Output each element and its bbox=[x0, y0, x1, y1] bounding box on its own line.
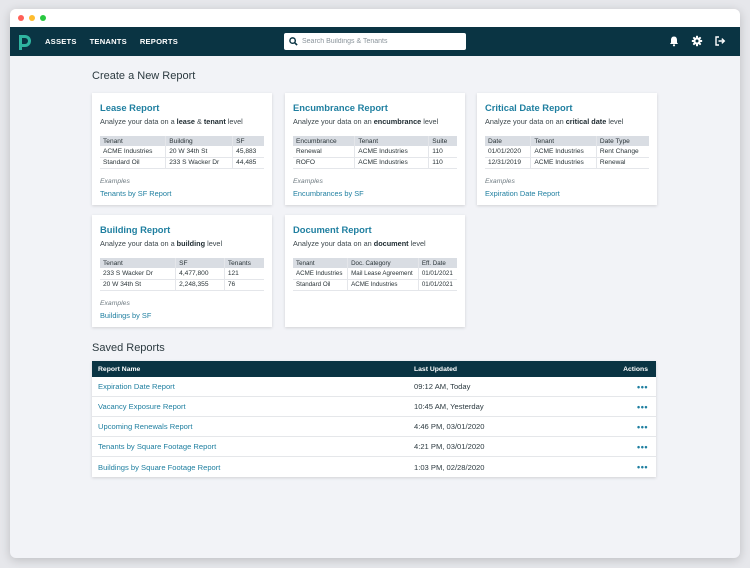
examples-label: Examples bbox=[293, 177, 323, 185]
row-actions-menu-icon[interactable]: ••• bbox=[637, 422, 648, 432]
building-report-description: Analyze your data on a building level bbox=[100, 239, 223, 248]
table-row: ACME Industries Mail Lease Agreement 01/01… bbox=[293, 268, 457, 280]
column-header-last-updated[interactable]: Last Updated bbox=[414, 366, 457, 373]
table-row: 01/01/2020 ACME Industries Rent Change bbox=[485, 146, 649, 158]
document-report-card[interactable]: Document Report Analyze your data on an … bbox=[285, 215, 465, 327]
window-titlebar bbox=[10, 9, 740, 27]
logout-icon[interactable] bbox=[714, 35, 726, 47]
table-row: ROFO ACME Industries 110 bbox=[293, 157, 457, 169]
top-nav: ASSETS TENANTS REPORTS bbox=[10, 27, 740, 56]
example-link-encumbrances-by-sf[interactable]: Encumbrances by SF bbox=[293, 189, 457, 198]
example-link-expiration-date-report[interactable]: Expiration Date Report bbox=[485, 189, 649, 198]
nav-item-tenants[interactable]: TENANTS bbox=[90, 37, 127, 46]
table-row: 233 S Wacker Dr 4,477,800 121 bbox=[100, 268, 264, 280]
close-window-button[interactable] bbox=[18, 15, 24, 21]
building-report-card[interactable]: Building Report Analyze your data on a b… bbox=[92, 215, 272, 327]
examples-label: Examples bbox=[100, 299, 130, 307]
saved-reports-header-row: Report Name Last Updated Actions bbox=[92, 361, 656, 377]
column-header-actions: Actions bbox=[623, 365, 648, 373]
table-row: Expiration Date Report 09:12 AM, Today •… bbox=[92, 377, 656, 397]
minimize-window-button[interactable] bbox=[29, 15, 35, 21]
last-updated-value: 1:03 PM, 02/28/2020 bbox=[414, 462, 485, 472]
critical-date-report-card[interactable]: Critical Date Report Analyze your data o… bbox=[477, 93, 657, 205]
nav-item-assets[interactable]: ASSETS bbox=[45, 37, 77, 46]
table-row: Standard Oil ACME Industries 01/01/2021 bbox=[293, 279, 457, 291]
table-row: Standard Oil 233 S Wacker Dr 44,485 bbox=[100, 157, 264, 169]
saved-reports-table: Report Name Last Updated Actions Expirat… bbox=[92, 361, 656, 477]
last-updated-value: 4:46 PM, 03/01/2020 bbox=[414, 422, 485, 431]
saved-report-link[interactable]: Expiration Date Report bbox=[98, 382, 175, 391]
column-header-report-name[interactable]: Report Name bbox=[98, 366, 140, 373]
search-icon bbox=[289, 37, 298, 46]
lease-report-description: Analyze your data on a lease & tenant le… bbox=[100, 117, 243, 126]
table-row: 20 W 34th St 2,248,355 76 bbox=[100, 279, 264, 291]
table-row: Renewal ACME Industries 110 bbox=[293, 146, 457, 158]
critical-date-report-preview-table: Date Tenant Date Type 01/01/2020 ACME Indus… bbox=[485, 136, 649, 169]
document-report-title[interactable]: Document Report bbox=[293, 224, 457, 235]
create-report-heading: Create a New Report bbox=[92, 70, 196, 82]
table-row: ACME Industries 20 W 34th St 45,883 bbox=[100, 146, 264, 158]
examples-label: Examples bbox=[100, 177, 130, 185]
gear-icon[interactable] bbox=[691, 35, 703, 47]
lease-report-title[interactable]: Lease Report bbox=[100, 102, 264, 113]
encumbrance-report-card[interactable]: Encumbrance Report Analyze your data on … bbox=[285, 93, 465, 205]
table-row: Buildings by Square Footage Report 1:03 … bbox=[92, 457, 656, 477]
row-actions-menu-icon[interactable]: ••• bbox=[637, 402, 648, 412]
last-updated-value: 4:21 PM, 03/01/2020 bbox=[414, 442, 485, 451]
document-report-preview-table: Tenant Doc. Category Eff. Date ACME Indust… bbox=[293, 258, 457, 291]
table-row: Upcoming Renewals Report 4:46 PM, 03/01/… bbox=[92, 417, 656, 437]
encumbrance-report-preview-table: Encumbrance Tenant Suite Renewal ACME Indus… bbox=[293, 136, 457, 169]
document-report-description: Analyze your data on an document level bbox=[293, 239, 426, 248]
table-row: Tenants by Square Footage Report 4:21 PM… bbox=[92, 437, 656, 457]
saved-report-link[interactable]: Buildings by Square Footage Report bbox=[98, 463, 220, 472]
last-updated-value: 09:12 AM, Today bbox=[414, 382, 471, 391]
building-report-preview-table: Tenant SF Tenants 233 S Wacker Dr 4,477,800… bbox=[100, 258, 264, 291]
encumbrance-report-title[interactable]: Encumbrance Report bbox=[293, 102, 457, 113]
app-logo-icon[interactable] bbox=[18, 33, 32, 51]
encumbrance-report-description: Analyze your data on an encumbrance leve… bbox=[293, 117, 439, 126]
example-link-tenants-by-sf[interactable]: Tenants by SF Report bbox=[100, 189, 264, 198]
row-actions-menu-icon[interactable]: ••• bbox=[637, 462, 648, 472]
table-row: Vacancy Exposure Report 10:45 AM, Yester… bbox=[92, 397, 656, 417]
row-actions-menu-icon[interactable]: ••• bbox=[637, 442, 648, 452]
critical-date-report-description: Analyze your data on an critical date le… bbox=[485, 117, 624, 126]
last-updated-value: 10:45 AM, Yesterday bbox=[414, 402, 484, 411]
saved-report-link[interactable]: Vacancy Exposure Report bbox=[98, 402, 186, 411]
critical-date-report-title[interactable]: Critical Date Report bbox=[485, 102, 649, 113]
example-link-buildings-by-sf[interactable]: Buildings by SF bbox=[100, 311, 264, 320]
examples-label: Examples bbox=[485, 177, 515, 185]
search-box[interactable] bbox=[284, 33, 466, 50]
lease-report-card[interactable]: Lease Report Analyze your data on a leas… bbox=[92, 93, 272, 205]
bell-icon[interactable] bbox=[668, 35, 680, 47]
saved-reports-heading: Saved Reports bbox=[92, 342, 165, 354]
app-window: ASSETS TENANTS REPORTS Search Buildings … bbox=[10, 9, 740, 558]
search-input[interactable] bbox=[302, 38, 462, 45]
saved-report-link[interactable]: Upcoming Renewals Report bbox=[98, 422, 193, 431]
maximize-window-button[interactable] bbox=[40, 15, 46, 21]
saved-report-link[interactable]: Tenants by Square Footage Report bbox=[98, 442, 216, 451]
building-report-title[interactable]: Building Report bbox=[100, 224, 264, 235]
table-row: 12/31/2019 ACME Industries Renewal bbox=[485, 157, 649, 169]
lease-report-preview-table: Tenant Building SF ACME Industries 20 W 34t… bbox=[100, 136, 264, 169]
nav-item-reports[interactable]: REPORTS bbox=[140, 37, 178, 46]
row-actions-menu-icon[interactable]: ••• bbox=[637, 382, 648, 392]
